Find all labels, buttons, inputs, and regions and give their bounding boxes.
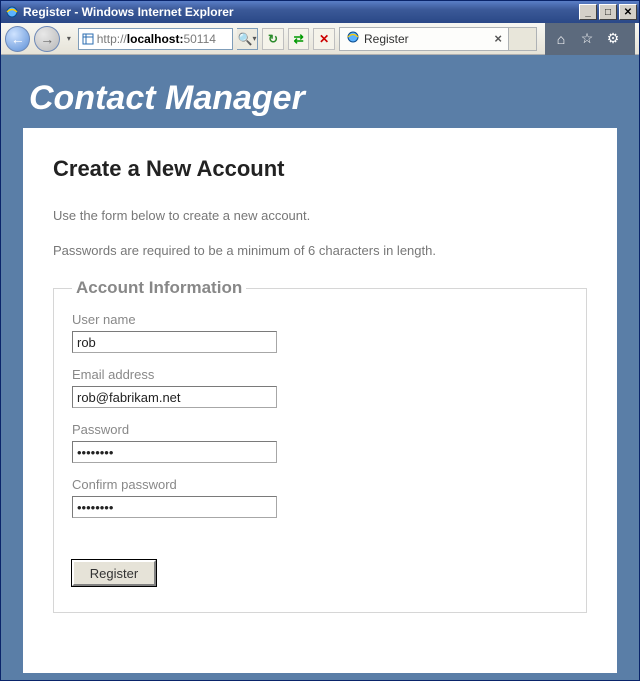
email-label: Email address (72, 367, 568, 382)
tab-strip: Register × (339, 26, 537, 52)
ie-logo-icon (5, 5, 19, 19)
tools-icon[interactable]: ⚙ (605, 31, 621, 47)
maximize-button[interactable]: □ (599, 4, 617, 20)
refresh-button[interactable]: ↻ (262, 28, 284, 50)
ie-tab-icon (346, 30, 360, 47)
confirm-password-input[interactable] (72, 496, 277, 518)
instruction-text-2: Passwords are required to be a minimum o… (53, 243, 587, 258)
tab-register[interactable]: Register × (339, 27, 509, 51)
history-dropdown[interactable]: ▾ (64, 26, 74, 52)
compat-button[interactable]: ⇄ (288, 28, 310, 50)
site-title: Contact Manager (29, 79, 617, 118)
url-text: http://localhost:50114 (97, 32, 230, 46)
instruction-text-1: Use the form below to create a new accou… (53, 208, 587, 223)
register-button[interactable]: Register (72, 560, 156, 586)
username-label: User name (72, 312, 568, 327)
tab-close-button[interactable]: × (494, 31, 502, 46)
minimize-button[interactable]: _ (579, 4, 597, 20)
right-toolbar: ⌂ ☆ ⚙ (545, 23, 635, 55)
window-title: Register - Windows Internet Explorer (23, 5, 577, 19)
password-label: Password (72, 422, 568, 437)
password-input[interactable] (72, 441, 277, 463)
confirm-password-label: Confirm password (72, 477, 568, 492)
back-button[interactable]: ← (5, 26, 30, 52)
fieldset-legend: Account Information (72, 278, 246, 298)
titlebar: Register - Windows Internet Explorer _ □… (1, 1, 639, 23)
stop-button[interactable]: ✕ (313, 28, 335, 50)
close-window-button[interactable]: ✕ (619, 4, 637, 20)
account-fieldset: Account Information User name Email addr… (53, 278, 587, 613)
home-icon[interactable]: ⌂ (553, 31, 569, 47)
tab-label: Register (364, 32, 490, 46)
search-button[interactable]: 🔍▾ (237, 28, 259, 50)
toolbar: ← → ▾ http://localhost:50114 🔍▾ ↻ ⇄ ✕ (1, 23, 639, 55)
page-heading: Create a New Account (53, 156, 587, 182)
address-bar[interactable]: http://localhost:50114 (78, 28, 233, 50)
content-card: Create a New Account Use the form below … (23, 128, 617, 673)
forward-button[interactable]: → (34, 26, 59, 52)
arrow-right-icon: → (40, 31, 54, 47)
email-input[interactable] (72, 386, 277, 408)
refresh-icon: ↻ (268, 32, 278, 46)
new-tab-button[interactable] (509, 27, 537, 51)
search-icon: 🔍 (238, 32, 253, 46)
stop-icon: ✕ (319, 32, 329, 46)
globe-icon (81, 32, 95, 46)
swap-icon: ⇄ (294, 32, 304, 46)
browser-window: Register - Windows Internet Explorer _ □… (0, 0, 640, 681)
favorites-icon[interactable]: ☆ (579, 31, 595, 47)
arrow-left-icon: ← (11, 31, 25, 47)
page-viewport: Contact Manager Create a New Account Use… (1, 55, 639, 680)
username-input[interactable] (72, 331, 277, 353)
